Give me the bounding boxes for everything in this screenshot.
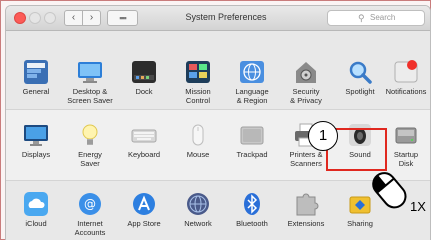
pref-security-privacy[interactable]: Security & Privacy [278, 59, 334, 105]
pref-label: Sharing [347, 219, 373, 228]
pref-language-region[interactable]: Language & Region [224, 59, 280, 105]
search-placeholder: Search [370, 13, 396, 22]
pref-label: Desktop & Screen Saver [67, 87, 113, 105]
pref-label: Bluetooth [236, 219, 268, 228]
pref-notifications[interactable]: Notifications [378, 59, 430, 97]
general-icon [23, 59, 49, 85]
click-count-label: 1X [410, 199, 426, 214]
zoom-button[interactable] [44, 12, 56, 24]
pref-label: iCloud [25, 219, 47, 228]
mission-control-icon [185, 59, 211, 85]
back-button[interactable]: ‹ [64, 10, 83, 26]
pref-label: Network [184, 219, 212, 228]
forward-button[interactable]: › [82, 10, 101, 26]
icloud-icon [23, 191, 49, 217]
pref-label: Keyboard [127, 150, 161, 159]
pref-displays[interactable]: Displays [8, 122, 64, 160]
search-input[interactable]: ⚲ Search [327, 10, 425, 26]
pref-mouse[interactable]: Mouse [170, 122, 226, 160]
pref-keyboard[interactable]: Keyboard [116, 122, 172, 160]
minimize-button[interactable] [29, 12, 41, 24]
keyboard-icon [131, 122, 157, 148]
startup-disk-icon [393, 122, 419, 148]
pref-label: Language & Region [235, 87, 269, 105]
dock-icon [131, 59, 157, 85]
internet-accounts-icon: @ [77, 191, 103, 217]
close-button[interactable] [14, 12, 26, 24]
pref-internet-accounts[interactable]: @ Internet Accounts [62, 191, 118, 237]
pref-desktop-screen-saver[interactable]: Desktop & Screen Saver [62, 59, 118, 105]
security-icon [293, 59, 319, 85]
language-region-icon [239, 59, 265, 85]
mouse-icon [185, 122, 211, 148]
pref-label: Internet Accounts [74, 219, 106, 237]
pref-label: Trackpad [236, 150, 268, 159]
pref-label: Energy Saver [78, 150, 102, 168]
pref-label: Notifications [385, 87, 427, 96]
pref-network[interactable]: Network [170, 191, 226, 229]
pref-label: App Store [127, 219, 161, 228]
pref-dock[interactable]: Dock [116, 59, 172, 97]
pref-extensions[interactable]: Extensions [278, 191, 334, 229]
svg-text:@: @ [84, 197, 96, 211]
title-bar: ‹ › ▪▪▪ System Preferences ⚲ Search [6, 6, 430, 31]
pref-app-store[interactable]: App Store [116, 191, 172, 229]
displays-icon [23, 122, 49, 148]
preferences-row-personal: General Desktop & Screen Saver Dock Miss… [6, 31, 430, 110]
pref-icloud[interactable]: iCloud [8, 191, 64, 229]
step-number-badge: 1 [308, 121, 338, 151]
pref-label: Extensions [287, 219, 325, 228]
pref-label: Mission Control [185, 87, 211, 105]
system-preferences-window: ‹ › ▪▪▪ System Preferences ⚲ Search Gene… [6, 6, 430, 240]
bluetooth-icon [239, 191, 265, 217]
network-icon [185, 191, 211, 217]
pref-label: Dock [135, 87, 153, 96]
search-icon: ⚲ [358, 13, 365, 23]
pref-trackpad[interactable]: Trackpad [224, 122, 280, 160]
pref-general[interactable]: General [8, 59, 64, 97]
mouse-click-icon [370, 166, 410, 221]
show-all-button[interactable]: ▪▪▪ [107, 10, 138, 26]
trackpad-icon [239, 122, 265, 148]
extensions-icon [293, 191, 319, 217]
pref-mission-control[interactable]: Mission Control [170, 59, 226, 105]
pref-label: Security & Privacy [290, 87, 322, 105]
app-store-icon [131, 191, 157, 217]
pref-bluetooth[interactable]: Bluetooth [224, 191, 280, 229]
preferences-row-internet: iCloud @ Internet Accounts App Store Net… [6, 181, 430, 240]
pref-label: Displays [21, 150, 51, 159]
pref-label: Mouse [186, 150, 210, 159]
notifications-icon [393, 59, 419, 85]
pref-energy-saver[interactable]: Energy Saver [62, 122, 118, 168]
energy-saver-icon [77, 122, 103, 148]
pref-label: General [22, 87, 50, 96]
window-title: System Preferences [185, 12, 267, 22]
desktop-icon [77, 59, 103, 85]
spotlight-icon [347, 59, 373, 85]
